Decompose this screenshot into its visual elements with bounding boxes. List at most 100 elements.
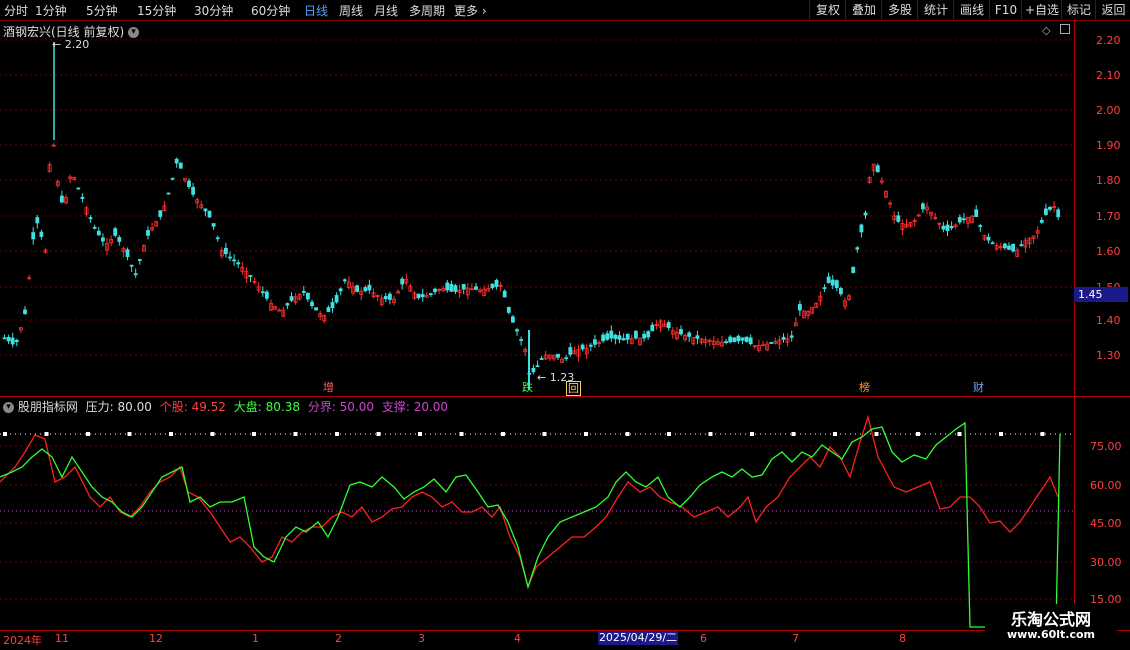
x-tick: 8 xyxy=(899,632,906,645)
candle xyxy=(752,345,757,350)
candle xyxy=(64,194,68,205)
period-tab-weekly[interactable]: 周线 xyxy=(339,2,363,19)
candle xyxy=(580,343,585,352)
event-marker-跌[interactable]: 跌 xyxy=(521,381,534,394)
candle xyxy=(531,364,536,375)
candle xyxy=(310,299,314,309)
candle xyxy=(625,333,630,344)
candle xyxy=(658,319,663,333)
candle xyxy=(916,213,921,217)
back-button[interactable]: 返回 xyxy=(1095,0,1130,20)
candle xyxy=(941,221,946,233)
pressure-marker xyxy=(791,432,796,436)
period-tab-5min[interactable]: 5分钟 xyxy=(86,2,118,19)
x-tick: 2024年 xyxy=(3,634,42,647)
candle xyxy=(982,234,987,241)
candle xyxy=(695,330,700,345)
pressure-marker xyxy=(44,432,49,436)
candle xyxy=(1039,217,1044,224)
pressure-marker xyxy=(1040,432,1045,436)
statistics-button[interactable]: 统计 xyxy=(917,0,954,20)
restore-rights-button[interactable]: 复权 xyxy=(809,0,846,20)
multi-stock-button[interactable]: 多股 xyxy=(881,0,918,20)
candle xyxy=(785,333,790,347)
pressure-marker xyxy=(86,432,90,436)
mark-button[interactable]: 标记 xyxy=(1061,0,1096,20)
candle xyxy=(137,258,142,265)
candle xyxy=(76,187,81,190)
candle xyxy=(986,233,991,244)
candle xyxy=(601,332,605,344)
candle xyxy=(806,309,810,320)
overlay-button[interactable]: 叠加 xyxy=(845,0,882,20)
candle xyxy=(937,222,942,230)
candle xyxy=(289,292,294,303)
candle xyxy=(35,214,40,229)
period-tab-1min[interactable]: 1分钟 xyxy=(35,2,67,19)
pressure-marker xyxy=(127,432,132,436)
period-tab-daily[interactable]: 日线 xyxy=(304,2,328,19)
candle xyxy=(1044,203,1048,216)
candle xyxy=(133,268,138,278)
period-tab-monthly[interactable]: 月线 xyxy=(374,2,398,19)
indicator-chart[interactable] xyxy=(0,397,1074,630)
candle xyxy=(215,235,220,242)
candle xyxy=(904,218,909,229)
draw-line-button[interactable]: 画线 xyxy=(953,0,990,20)
period-tab-15min[interactable]: 15分钟 xyxy=(137,2,176,19)
candle xyxy=(260,286,265,297)
pressure-marker xyxy=(750,432,754,436)
pressure-marker xyxy=(3,432,7,436)
candle xyxy=(519,336,523,346)
candle xyxy=(761,340,765,347)
candle xyxy=(146,226,150,240)
candle xyxy=(687,331,692,342)
candle xyxy=(461,284,466,295)
period-tab-60min[interactable]: 60分钟 xyxy=(251,2,290,19)
period-tab-more[interactable]: 更多 › xyxy=(454,2,487,19)
candle xyxy=(396,289,401,294)
candle xyxy=(834,279,839,292)
candle xyxy=(810,306,815,315)
candle xyxy=(945,220,950,237)
event-marker-财[interactable]: 财 xyxy=(972,381,985,394)
candle xyxy=(101,233,105,247)
candle xyxy=(154,220,159,227)
period-tab-multi[interactable]: 多周期 xyxy=(409,2,445,19)
event-marker-回[interactable]: 回 xyxy=(566,381,581,396)
pressure-marker xyxy=(957,432,962,436)
candle xyxy=(420,288,425,302)
candle xyxy=(888,200,892,209)
candle xyxy=(474,283,478,290)
candle xyxy=(962,213,966,224)
candle xyxy=(617,331,622,344)
candle xyxy=(757,339,761,353)
candle xyxy=(240,261,245,275)
y-tick: 2.20 xyxy=(1096,34,1121,47)
candle xyxy=(560,357,564,363)
period-tab-intraday[interactable]: 分时 xyxy=(4,2,28,19)
y-tick: 1.80 xyxy=(1096,174,1121,187)
f10-button[interactable]: F10 xyxy=(989,0,1022,20)
candle xyxy=(338,287,343,296)
period-tab-30min[interactable]: 30分钟 xyxy=(194,2,233,19)
high-price-annotation: ← 2.20 xyxy=(52,38,90,51)
candle xyxy=(125,247,130,261)
pressure-marker xyxy=(293,432,298,436)
candle xyxy=(1023,237,1028,253)
candle xyxy=(740,337,745,345)
candle xyxy=(769,342,774,344)
y-tick: 30.00 xyxy=(1090,556,1122,569)
candle xyxy=(1035,226,1040,239)
add-watchlist-button[interactable]: +自选 xyxy=(1021,0,1062,20)
candle xyxy=(707,338,712,347)
x-tick: 6 xyxy=(700,632,707,645)
pressure-marker xyxy=(584,432,588,436)
candle xyxy=(892,211,897,224)
candle xyxy=(609,325,614,342)
event-marker-增[interactable]: 增 xyxy=(322,381,335,394)
candle xyxy=(584,343,589,360)
pressure-marker xyxy=(169,432,173,436)
candlestick-chart[interactable] xyxy=(0,20,1074,396)
event-marker-榜[interactable]: 榜 xyxy=(858,381,871,394)
